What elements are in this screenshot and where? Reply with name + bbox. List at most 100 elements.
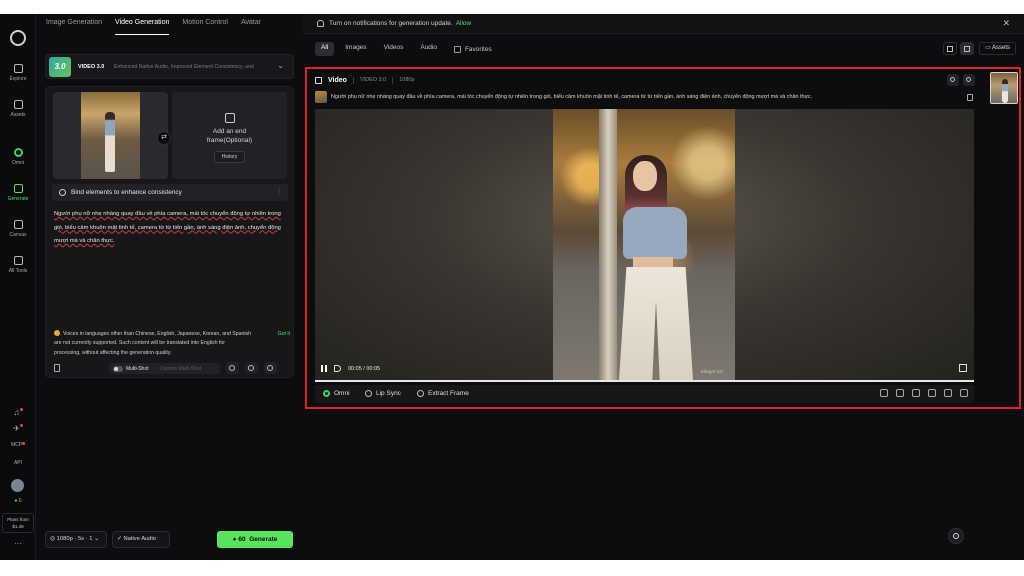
copy-icon[interactable] [967,94,973,101]
notification-dot [19,424,23,427]
result-feedback [880,389,968,397]
rail-canvas[interactable]: Canvas [0,220,36,238]
filter-audio[interactable]: Audio [414,42,443,56]
multishot-toggle[interactable]: Multi-Shot Custom Multi-Shot [109,363,220,374]
notification-dot [22,442,26,445]
allow-link[interactable]: Allow [456,20,472,27]
tab-image-generation[interactable]: Image Generation [46,19,102,35]
omni-icon [13,148,23,157]
assets-button[interactable]: ▭ Assets [978,42,1016,55]
camera-button[interactable] [264,362,277,374]
watermark: KlingAI 3.0 [701,369,723,374]
filter-tabs: All Images Videos Audio Favorites [315,42,498,56]
favorites-checkbox[interactable]: Favorites [448,42,498,56]
app-window: Explore Assets Omni Generate Canvas All … [0,14,1024,560]
got-it-button[interactable]: Got it [278,330,290,339]
tab-motion-control[interactable]: Motion Control [182,19,228,35]
rail-omni[interactable]: Omni [0,148,36,166]
filter-videos[interactable]: Videos [378,42,410,56]
left-rail: Explore Assets Omni Generate Canvas All … [0,14,36,560]
time-display: 00:05 / 00:05 [348,365,381,372]
trash-icon[interactable] [54,364,60,372]
fullscreen-icon[interactable] [959,364,967,372]
end-frame-upload[interactable]: Add an end frame(Optional) History [172,92,287,179]
support-button[interactable] [948,528,964,544]
edit-button[interactable] [947,74,959,86]
result-actions [947,74,975,86]
settings-sliders-icon[interactable]: ⫶ [278,187,280,197]
pause-icon[interactable] [321,365,327,372]
toggle-switch[interactable] [113,365,123,372]
template-icon [229,365,235,371]
list-icon [963,46,970,52]
generation-panel: Image Generation Video Generation Motion… [38,14,302,560]
volume-icon[interactable] [334,365,341,372]
list-view-button[interactable] [959,42,974,55]
generate-button[interactable]: ● 60 Generate [217,531,293,548]
tab-avatar[interactable]: Avatar [241,19,261,35]
bind-elements-bar[interactable]: Bind elements to enhance consistency ⫶ [52,184,288,201]
history-button[interactable]: History [213,151,246,163]
mcp-link[interactable]: MCP [0,442,36,448]
extract-frame-button[interactable]: Extract Frame [417,390,469,397]
camera-icon [267,365,273,371]
plans-button[interactable]: Plans from $1.49 [2,513,34,533]
logo-icon[interactable] [10,30,26,46]
rail-all-tools[interactable]: All Tools [0,256,36,274]
video-frame [553,109,735,380]
pin-icon [248,365,254,371]
grid-icon [13,256,23,265]
rail-generate[interactable]: Generate [0,184,36,202]
lip-sync-button[interactable]: Lip Sync [365,390,401,397]
rail-assets[interactable]: Assets [0,100,36,118]
regenerate-button[interactable] [963,74,975,86]
folder-icon [13,100,23,109]
headset-icon [953,533,959,539]
language-warning: Voices in languages other than Chinese, … [54,330,290,356]
avatar[interactable] [11,479,24,492]
api-link[interactable]: API [0,460,36,466]
filter-images[interactable]: Images [339,42,372,56]
rail-explore[interactable]: Explore [0,64,36,82]
mode-tabs: Image Generation Video Generation Motion… [46,19,261,35]
megaphone-icon[interactable]: ✈ [0,424,36,433]
star-icon[interactable] [960,389,968,397]
reference-thumbnail[interactable] [315,91,327,103]
generate-bar: ◎ 1080p · 5s · 1 ⌄ ✓ Native Audio ● 60 G… [45,531,294,549]
bell-icon[interactable]: ♫ [0,408,36,417]
close-icon[interactable]: ✕ [1002,18,1010,29]
compass-icon [13,64,23,73]
result-thumbnail[interactable] [990,72,1018,104]
link-icon [59,189,66,196]
pencil-icon [950,77,955,82]
download-icon[interactable] [928,389,936,397]
model-description: Enhanced Native Audio, Improved Element … [114,64,254,70]
thumbs-up-icon[interactable] [880,389,888,397]
start-frame-image[interactable] [53,92,168,179]
more-icon[interactable] [944,389,952,397]
omni-button[interactable]: Omni [323,390,350,397]
native-audio-toggle[interactable]: ✓ Native Audio [112,531,170,548]
eye-icon [365,390,372,397]
video-player[interactable]: 00:05 / 00:05 KlingAI 3.0 [315,109,974,380]
template-button[interactable] [226,362,239,374]
refresh-icon [966,77,971,82]
grid-view-button[interactable] [942,42,957,55]
prompt-textarea[interactable]: Người phụ nữ nhẹ nhàng quay đầu về phía … [54,208,286,249]
progress-fill [315,380,974,382]
more-icon[interactable]: ··· [0,539,36,548]
player-controls: 00:05 / 00:05 [321,365,380,372]
warning-icon [54,330,60,336]
model-selector[interactable]: 3.0 VIDEO 3.0 Enhanced Native Audio, Imp… [45,54,294,79]
thumbs-down-icon[interactable] [896,389,904,397]
video-settings-dropdown[interactable]: ◎ 1080p · 5s · 1 ⌄ [45,531,107,548]
generate-icon [13,184,23,193]
swap-frames-icon[interactable]: ⇄ [157,131,171,145]
share-icon[interactable] [912,389,920,397]
filter-all[interactable]: All [315,42,335,56]
custom-multishot[interactable]: Custom Multi-Shot [160,366,201,372]
tab-video-generation[interactable]: Video Generation [115,19,170,35]
progress-bar[interactable] [315,380,974,382]
location-button[interactable] [245,362,258,374]
highlighted-result: Video VIDEO 3.0 1080p Người phụ nữ nhẹ n… [305,67,1021,409]
